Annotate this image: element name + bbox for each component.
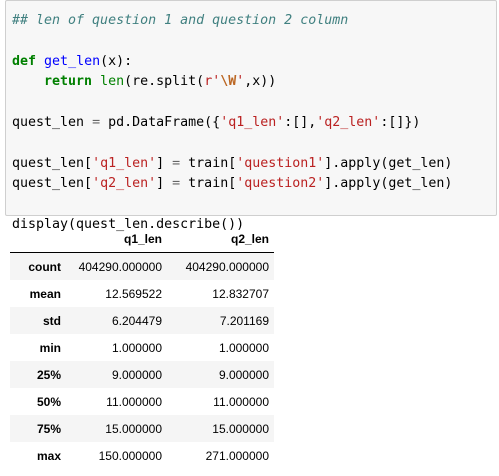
cell-q1-len: 15.000000 [105, 421, 162, 436]
cell-q2-len: 1.000000 [218, 340, 269, 355]
table-row: std 6.204479 7.201169 [10, 307, 274, 334]
assign1-key: 'q1_len' [92, 155, 157, 171]
row-index: mean [29, 286, 61, 301]
table-row: 25% 9.000000 9.000000 [10, 361, 274, 388]
cell-q1-len: 1.000000 [111, 340, 162, 355]
df-sep1: :[], [284, 114, 317, 130]
row-index: max [36, 448, 61, 463]
df-lhs: quest_len [12, 114, 85, 130]
row-index: std [43, 313, 61, 328]
assign1-rhs-a: train[ [188, 155, 237, 171]
code-comment: ## len of question 1 and question 2 colu… [12, 13, 349, 28]
assign1-rhs-key: 'question1' [236, 155, 325, 171]
code-cell[interactable]: ## len of question 1 and question 2 colu… [5, 0, 497, 232]
regex-escape: \W [220, 74, 237, 90]
df-call: pd.DataFrame({ [108, 114, 221, 130]
cell-q2-len: 9.000000 [218, 367, 269, 382]
code-line-assign2: quest_len['q2_len'] = train['question2']… [12, 174, 496, 194]
split-call: (re.split( [124, 74, 205, 90]
assign1-mid: ] [156, 155, 165, 171]
cell-q1-len: 12.569522 [105, 286, 162, 301]
cell-q1-len: 9.000000 [111, 367, 162, 382]
assign1-op: = [172, 155, 181, 171]
table-row: 50% 11.000000 11.000000 [10, 388, 274, 415]
column-header-q1-len: q1_len [66, 225, 167, 253]
table-row: count 404290.000000 404290.000000 [10, 252, 274, 280]
cell-q1-len: 6.204479 [111, 313, 162, 328]
cell-q2-len: 11.000000 [213, 394, 269, 409]
assign1-rhs-b: ].apply(get_len) [324, 155, 453, 171]
row-index: 25% [36, 367, 61, 382]
describe-output-table: q1_len q2_len count 404290.000000 404290… [10, 225, 274, 469]
code-line-return: return len(re.split(r'\W',x)) [12, 72, 496, 92]
cell-q1-len: 150.000000 [98, 448, 162, 463]
row-index: 50% [36, 394, 61, 409]
code-line-dataframe: quest_len = pd.DataFrame({'q1_len':[],'q… [12, 113, 496, 133]
row-index: count [28, 259, 61, 274]
cell-q2-len: 15.000000 [212, 421, 269, 436]
df-key2: 'q2_len' [316, 114, 381, 130]
assign2-rhs-b: ].apply(get_len) [324, 176, 453, 192]
assign2-lhs: quest_len[ [12, 176, 93, 192]
assign2-op: = [172, 176, 181, 192]
column-header-q2-len: q2_len [167, 225, 274, 253]
cell-q2-len: 271.000000 [205, 448, 269, 463]
row-index: 75% [36, 421, 61, 436]
assign1-lhs: quest_len[ [12, 155, 93, 171]
cell-q2-len: 404290.000000 [185, 259, 269, 274]
split-tail: ,x)) [244, 74, 277, 90]
cell-q2-len: 12.832707 [212, 286, 269, 301]
code-line-assign1: quest_len['q1_len'] = train['question1']… [12, 154, 496, 174]
table-row: max 150.000000 271.000000 [10, 442, 274, 469]
assign2-key: 'q2_len' [92, 176, 157, 192]
assign2-mid: ] [156, 176, 165, 192]
assign2-rhs-key: 'question2' [236, 176, 325, 192]
return-keyword: return [44, 74, 93, 90]
index-header [10, 225, 66, 253]
table-row: mean 12.569522 12.832707 [10, 280, 274, 307]
cell-q1-len: 404290.000000 [78, 259, 162, 274]
row-index: min [39, 340, 61, 355]
code-line-comment: ## len of question 1 and question 2 colu… [12, 11, 496, 31]
table-header-row: q1_len q2_len [10, 225, 274, 253]
table-row: min 1.000000 1.000000 [10, 334, 274, 361]
cell-q2-len: 7.201169 [219, 313, 269, 328]
len-builtin: len [100, 74, 125, 90]
df-assign-op: = [92, 114, 101, 130]
function-params: (x): [100, 53, 133, 69]
def-keyword: def [12, 53, 37, 69]
function-name: get_len [44, 53, 101, 69]
code-line-def: def get_len(x): [12, 52, 496, 72]
assign2-rhs-a: train[ [188, 176, 237, 192]
regex-prefix: r' [204, 74, 221, 90]
cell-q1-len: 11.000000 [106, 394, 162, 409]
df-key1: 'q1_len' [220, 114, 285, 130]
df-sep2: :[]}) [380, 114, 421, 130]
table-row: 75% 15.000000 15.000000 [10, 415, 274, 442]
